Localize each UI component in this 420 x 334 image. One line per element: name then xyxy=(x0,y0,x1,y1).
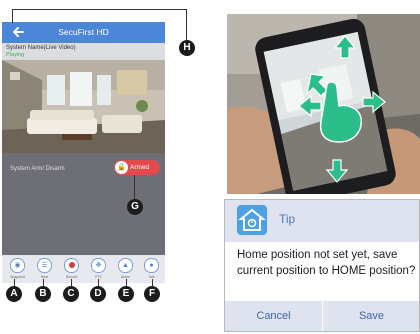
leader-b xyxy=(43,279,44,286)
playing-status: Playing xyxy=(6,52,25,58)
swipe-gesture-photo xyxy=(227,14,420,194)
leader-h-horizontal xyxy=(12,9,187,10)
leader-h-left xyxy=(12,9,13,23)
callout-h: H xyxy=(179,40,195,56)
snapshot-button[interactable]: ◉ Snapshot xyxy=(4,258,31,282)
live-video-view[interactable] xyxy=(2,60,165,153)
leader-a xyxy=(14,279,15,286)
record-icon xyxy=(64,258,79,273)
microphone-icon: ● xyxy=(144,258,159,273)
lock-icon: 🔒 xyxy=(115,161,128,174)
hear-label: Hear xyxy=(40,275,49,279)
tip-dialog-footer: Cancel Save xyxy=(225,301,419,331)
armed-toggle-button[interactable]: 🔒 Armed xyxy=(114,160,160,175)
callout-b: B xyxy=(35,286,51,302)
armed-label: Armed xyxy=(130,164,150,171)
leader-d xyxy=(98,279,99,286)
phone-screen: SecuFirst HD System Name(Live Video) Pla… xyxy=(2,22,165,283)
wall-painting xyxy=(117,70,147,95)
callout-d: D xyxy=(90,286,106,302)
alarm-icon: ▲ xyxy=(118,258,133,273)
leader-h-right xyxy=(186,9,187,40)
sofa xyxy=(27,118,97,134)
tip-dialog-header: Tip xyxy=(225,200,419,242)
callout-g: G xyxy=(127,199,143,215)
cancel-button[interactable]: Cancel xyxy=(225,301,322,331)
window xyxy=(47,75,65,105)
leader-f xyxy=(152,279,153,286)
tip-dialog: Tip Home position not set yet, save curr… xyxy=(224,199,420,332)
system-arm-label: System Arm/ Disarm xyxy=(10,166,65,172)
camera-icon: ◉ xyxy=(10,258,25,273)
callout-f: F xyxy=(144,286,160,302)
app-title: SecuFirst HD xyxy=(58,27,109,37)
callout-a: A xyxy=(6,286,22,302)
ptz-icon: ✥ xyxy=(91,258,106,273)
save-button[interactable]: Save xyxy=(323,301,420,331)
system-name: System Name(Live Video) xyxy=(6,45,76,51)
tip-title: Tip xyxy=(279,212,296,226)
callout-c: C xyxy=(63,286,79,302)
camera-info-bar: System Name(Live Video) Playing xyxy=(2,43,165,60)
home-icon xyxy=(237,205,267,235)
hear-button[interactable]: ☰ Hear xyxy=(31,258,58,282)
callout-e: E xyxy=(118,286,134,302)
snapshot-label: Snapshot xyxy=(10,275,25,279)
leader-c xyxy=(71,279,72,286)
leader-g xyxy=(134,175,135,199)
bottom-toolbar: ◉ Snapshot ☰ Hear Record ✥ PTZ ▲ Alarm ●… xyxy=(2,255,165,283)
leader-e xyxy=(126,279,127,286)
tip-message: Home position not set yet, save current … xyxy=(237,249,416,277)
app-bar: SecuFirst HD xyxy=(2,22,165,43)
speaker-icon: ☰ xyxy=(37,258,52,273)
